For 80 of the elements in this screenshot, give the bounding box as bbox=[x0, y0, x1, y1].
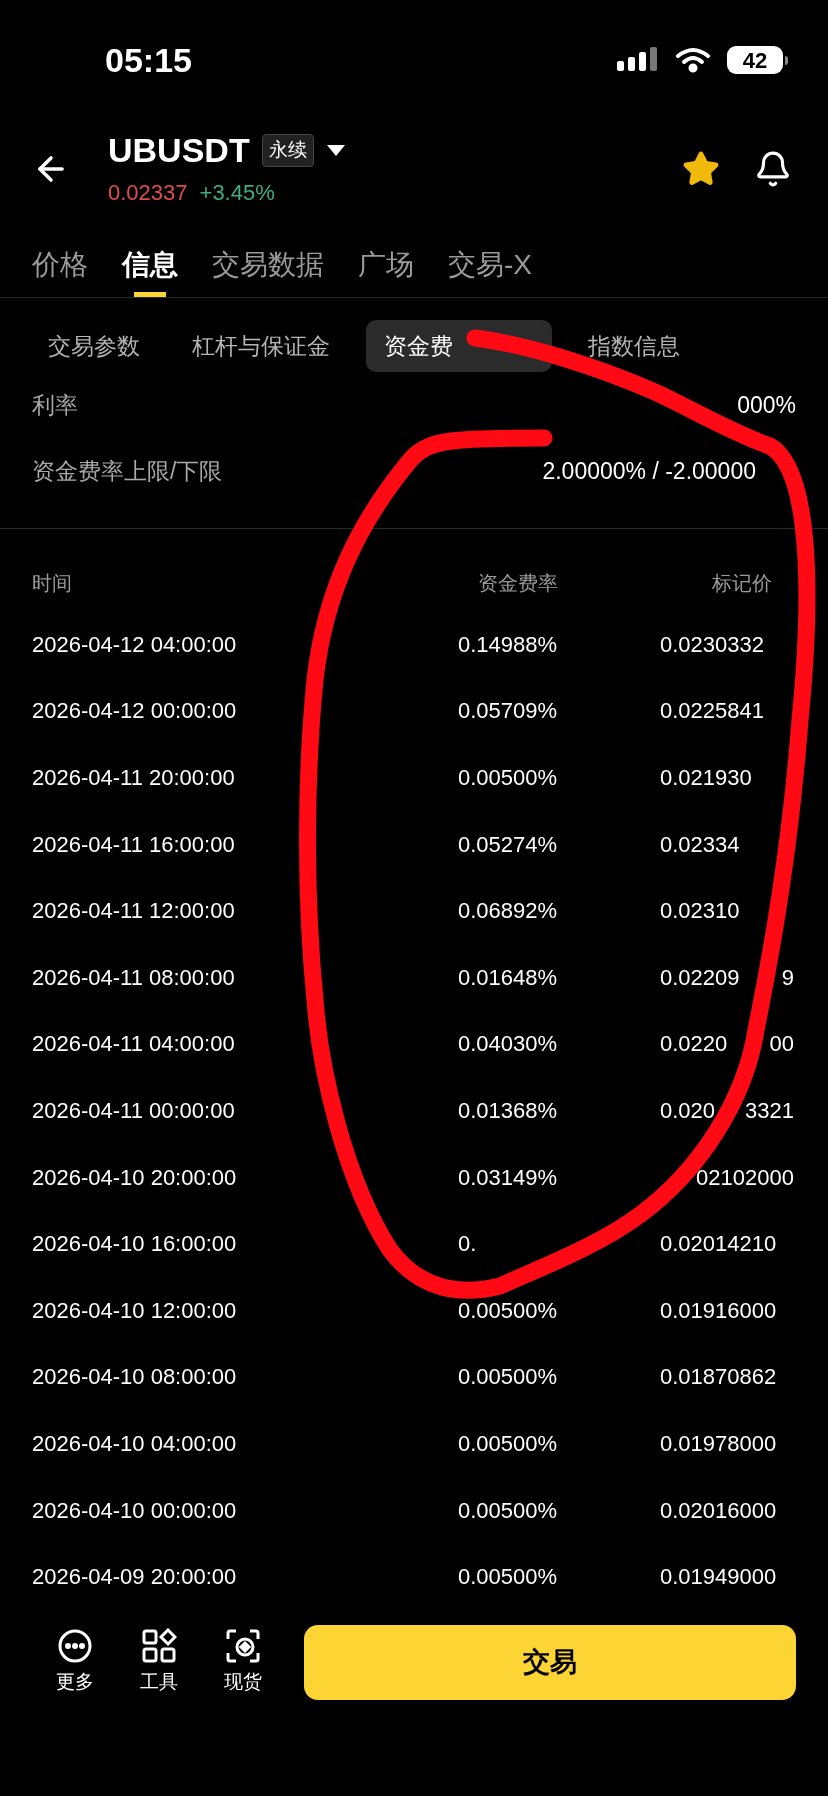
tab[interactable]: 广场 bbox=[358, 218, 414, 297]
favorite-star-icon[interactable] bbox=[682, 150, 720, 188]
table-cell-text: 2026-04-11 08:00:00 bbox=[31, 963, 236, 992]
table-cell-text: 0.021930 bbox=[660, 764, 752, 792]
symbol-title: UBUSDT bbox=[108, 130, 250, 172]
table-cell-text: 0.04030% bbox=[458, 1030, 558, 1059]
table-cell-text: 0.02310 bbox=[660, 897, 740, 926]
table-cell-text: 9 bbox=[781, 963, 794, 992]
table-cell-text: 2026-04-11 04:00:00 bbox=[31, 1030, 236, 1059]
table-cell-text: 0.0230332 bbox=[660, 630, 764, 659]
info-label: 利率 bbox=[32, 390, 78, 420]
table-cell-text: 0.03149% bbox=[458, 1163, 558, 1192]
table-cell-text: 0.00500% bbox=[458, 764, 558, 792]
table-cell-text: 0.14988% bbox=[458, 630, 558, 659]
tab[interactable]: 信息 bbox=[122, 218, 178, 297]
trade-button[interactable]: 交易 bbox=[304, 1625, 796, 1700]
table-cell-text: 2026-04-11 20:00:00 bbox=[31, 764, 236, 792]
table-cell-text: 0.02014210 bbox=[660, 1230, 777, 1259]
table-cell-text: 2026-04-10 08:00:00 bbox=[31, 1363, 238, 1392]
table-cell-text: 2026-04-11 12:00:00 bbox=[31, 897, 236, 926]
tab[interactable]: 交易数据 bbox=[212, 218, 324, 297]
table-cell-text: 0.0220 bbox=[660, 1030, 728, 1059]
table-cell-text: 2026-04-10 20:00:00 bbox=[31, 1163, 238, 1192]
last-price: 0.02337 bbox=[108, 178, 188, 207]
subtab[interactable]: 杠杆与保证金 bbox=[176, 320, 346, 372]
column-header: 资金费率 bbox=[477, 571, 558, 596]
table-cell-text: 0.0225841 bbox=[660, 697, 764, 726]
info-value: 2.00000% / -2.00000 bbox=[542, 456, 756, 486]
more-icon bbox=[57, 1628, 93, 1665]
table-cell-text: 0. bbox=[458, 1230, 478, 1259]
table-cell-text: 0.05274% bbox=[458, 830, 558, 859]
table-cell-text: 2026-04-10 16:00:00 bbox=[31, 1230, 238, 1259]
info-value: 000% bbox=[737, 390, 796, 420]
table-cell-text: 0.01368% bbox=[458, 1096, 558, 1125]
toolbar-button[interactable]: 现货 bbox=[212, 1628, 274, 1697]
table-cell-text: 0.02016000 bbox=[660, 1496, 777, 1525]
wifi-icon bbox=[675, 47, 711, 73]
table-cell-text: 00 bbox=[769, 1030, 794, 1059]
grid-icon bbox=[141, 1628, 177, 1665]
tab[interactable]: 交易-X bbox=[448, 218, 532, 297]
table-cell-text: 2026-04-10 00:00:00 bbox=[31, 1496, 238, 1525]
table-cell-text: 0.06892% bbox=[458, 897, 558, 926]
tab[interactable]: 价格 bbox=[32, 218, 88, 297]
table-cell-text: 0.020 bbox=[660, 1096, 716, 1125]
signal-icon bbox=[617, 47, 659, 73]
table-cell-text: 0.02334 bbox=[660, 830, 740, 859]
toolbar-button[interactable]: 更多 bbox=[44, 1628, 106, 1697]
table-cell-text: 02102000 bbox=[696, 1163, 794, 1192]
status-time: 05:15 bbox=[105, 39, 192, 81]
table-cell-text: 3321 bbox=[745, 1096, 794, 1125]
table-cell-text: 0.00500% bbox=[458, 1496, 558, 1525]
toolbar-button[interactable]: 工具 bbox=[128, 1628, 190, 1697]
dropdown-caret-icon[interactable] bbox=[325, 143, 346, 158]
bell-icon[interactable] bbox=[754, 150, 792, 188]
table-cell-text: 0.01870862 bbox=[660, 1363, 777, 1392]
table-cell-text: 0.01978000 bbox=[660, 1429, 777, 1458]
table-cell-text: 0.00500% bbox=[458, 1296, 558, 1325]
column-header: 标记价 bbox=[712, 571, 772, 596]
table-cell-text: 0.01648% bbox=[458, 963, 558, 992]
table-cell-text: 2026-04-11 00:00:00 bbox=[31, 1096, 236, 1125]
table-cell-text: 0.02209 bbox=[660, 963, 740, 992]
table-cell-text: 2026-04-12 04:00:00 bbox=[31, 630, 238, 659]
table-cell-text: 0.00500% bbox=[458, 1563, 558, 1592]
info-label: 资金费率上限/下限 bbox=[32, 456, 223, 486]
subtab[interactable]: 指数信息 bbox=[572, 320, 696, 372]
table-cell-text: 2026-04-11 16:00:00 bbox=[31, 830, 236, 859]
column-header: 时间 bbox=[31, 571, 73, 596]
subtab[interactable]: 交易参数 bbox=[32, 320, 156, 372]
table-cell-text: 2026-04-09 20:00:00 bbox=[31, 1563, 238, 1592]
table-cell-text: 0.01916000 bbox=[660, 1296, 777, 1325]
table-cell-text: 2026-04-12 00:00:00 bbox=[31, 697, 238, 726]
price-change: +3.45% bbox=[199, 178, 275, 207]
table-cell-text: 0.00500% bbox=[458, 1363, 558, 1392]
table-cell-text: 0.01949000 bbox=[660, 1563, 777, 1592]
table-cell-text: 0.05709% bbox=[458, 697, 558, 726]
coin-scan-icon bbox=[225, 1628, 261, 1665]
table-cell-text: 2026-04-10 12:00:00 bbox=[31, 1296, 238, 1325]
table-cell-text: 2026-04-10 04:00:00 bbox=[31, 1429, 238, 1458]
contract-tag: 永续 bbox=[261, 134, 314, 167]
table-cell-text: 0.00500% bbox=[458, 1429, 558, 1458]
